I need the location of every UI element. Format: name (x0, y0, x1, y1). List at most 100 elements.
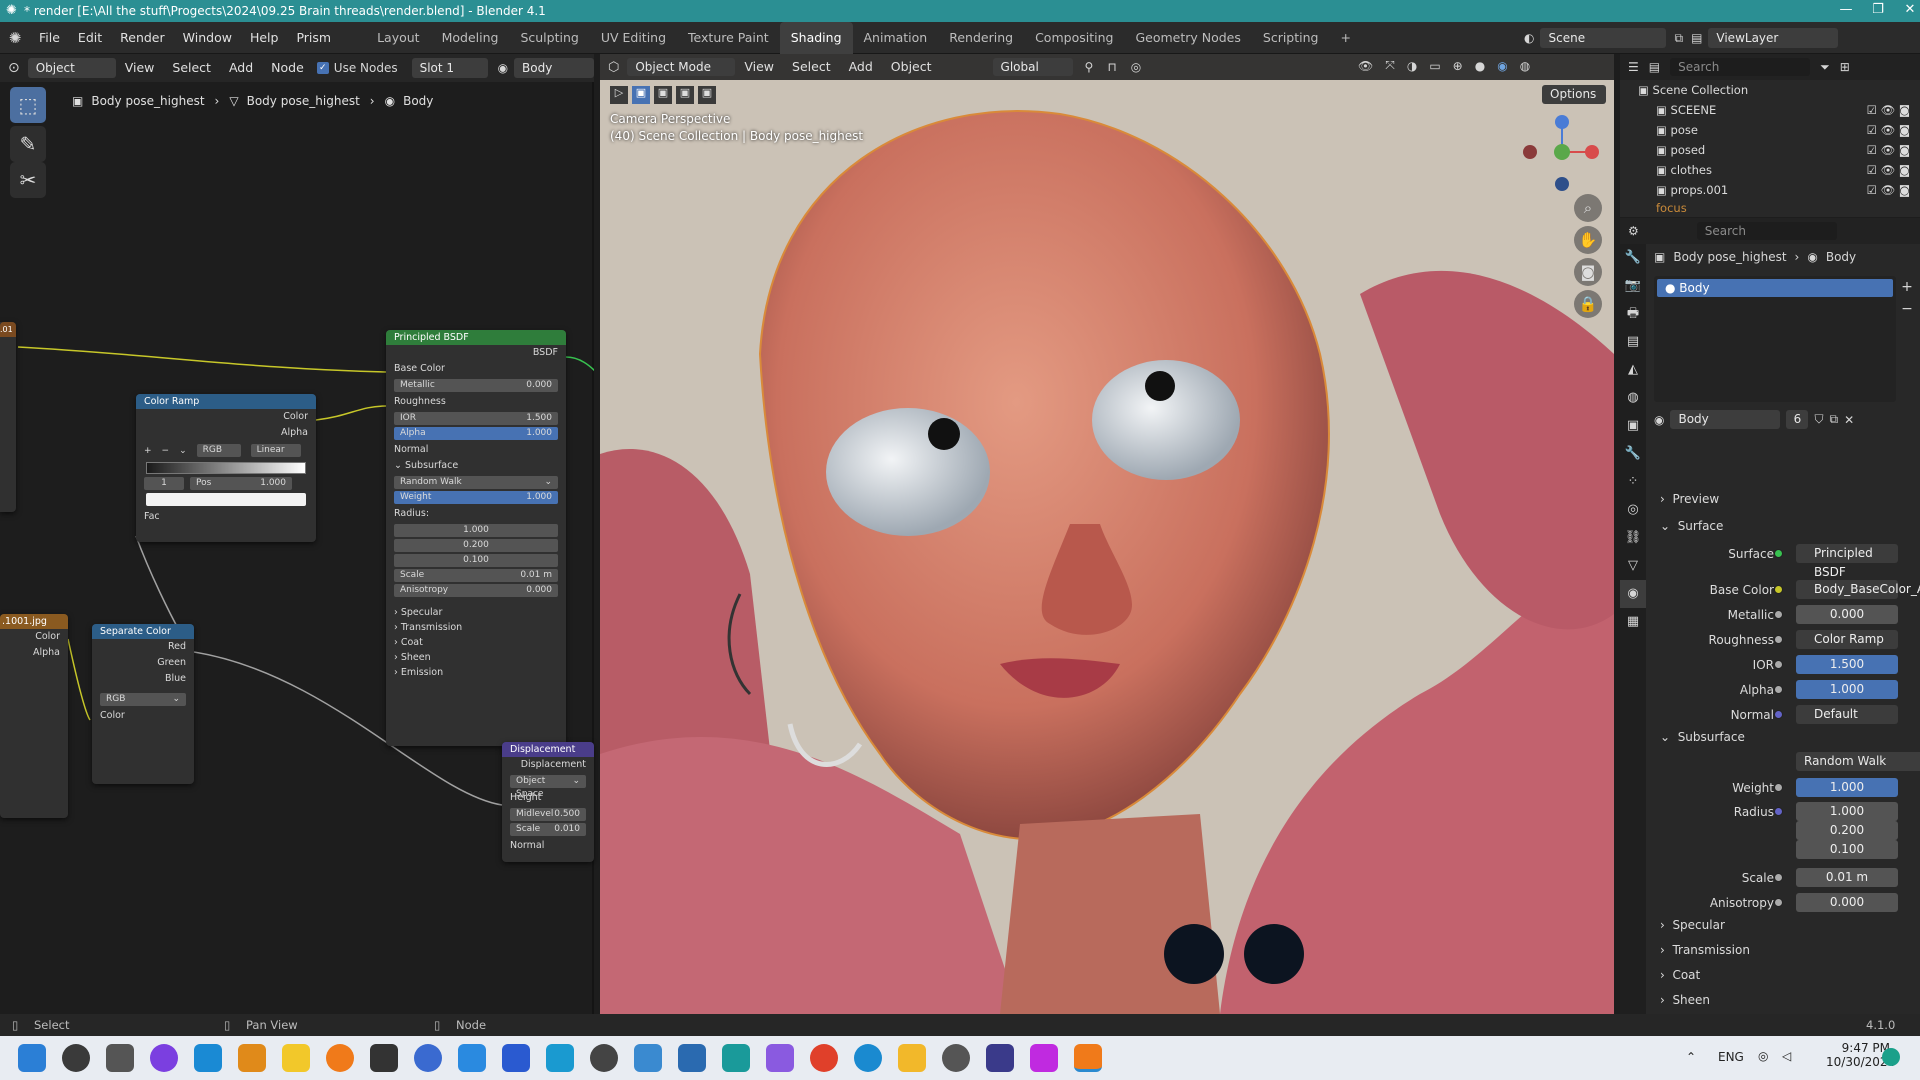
chevron-up-icon[interactable]: ⌃ (1686, 1050, 1696, 1064)
app-icon-14[interactable] (986, 1044, 1014, 1072)
menu-prism[interactable]: Prism (287, 22, 340, 54)
image-color-output[interactable]: Color (0, 629, 68, 645)
add-stop-icon[interactable]: + (144, 446, 152, 456)
radius-z[interactable]: 0.100 (394, 554, 558, 567)
image-alpha-output[interactable]: Alpha (0, 645, 68, 661)
modifier-tab-icon[interactable]: 🔧 (1620, 440, 1646, 468)
subsurface-panel[interactable]: ⌄ Subsurface (1660, 730, 1745, 744)
prop-value[interactable]: 1.000 (1796, 680, 1898, 699)
prop-value[interactable]: Principled BSDF (1796, 544, 1898, 579)
subsurface-method-dropdown[interactable]: Random Walk ⌄ (394, 476, 558, 489)
physics-tab-icon[interactable]: ◎ (1620, 496, 1646, 524)
preview-panel[interactable]: › Preview (1660, 492, 1719, 506)
disp-normal-input[interactable]: Normal (502, 838, 594, 854)
ior-value[interactable]: 1.500 (526, 412, 552, 425)
select-invert-icon[interactable]: ▣ (698, 86, 716, 104)
color-ramp-node[interactable]: Color Ramp Color Alpha + − ⌄ RGB Linear … (136, 394, 316, 542)
properties-type-icon[interactable]: ⚙ (1628, 224, 1639, 238)
material-name-field[interactable]: Body (1670, 410, 1781, 429)
material-browse-icon[interactable]: ◉ (1654, 413, 1664, 427)
material-shading-icon[interactable]: ◉ (1497, 59, 1507, 73)
sheen-panel[interactable]: › Sheen (1660, 993, 1710, 1007)
prop-value[interactable]: Body_BaseColor_A... (1796, 580, 1920, 599)
prop-value[interactable]: 1.000 (1796, 778, 1898, 797)
menu-edit[interactable]: Edit (69, 22, 111, 54)
outliner-item-sceene[interactable]: ▣ SCEENE ☑ 👁 ◙ (1620, 100, 1920, 120)
socket-icon[interactable] (1774, 585, 1783, 594)
edge-icon[interactable] (854, 1044, 882, 1072)
output-tab-icon[interactable]: 🖶 (1620, 300, 1646, 328)
separate-red-output[interactable]: Red (92, 639, 194, 655)
close-icon[interactable]: ✕ (1890, 2, 1920, 17)
socket-icon[interactable] (1774, 873, 1783, 882)
disp-scale-value[interactable]: 0.010 (554, 823, 580, 836)
object-tab-icon[interactable]: ▣ (1620, 412, 1646, 440)
app-icon-10[interactable] (678, 1044, 706, 1072)
weight-value[interactable]: 1.000 (526, 491, 552, 504)
fake-user-icon[interactable]: ⛉ (1814, 412, 1823, 427)
ramp-color-mode[interactable]: RGB (196, 444, 241, 457)
prop-value[interactable]: 0.100 (1796, 840, 1898, 859)
socket-icon[interactable] (1774, 783, 1783, 792)
windows-start-icon[interactable] (18, 1044, 46, 1072)
zoom-icon[interactable]: ⌕ (1574, 194, 1602, 222)
tab-animation[interactable]: Animation (853, 22, 939, 54)
ramp-alpha-output[interactable]: Alpha (136, 425, 316, 441)
separate-color-node[interactable]: Separate Color Red Green Blue RGB ⌄ Color (92, 624, 194, 784)
unlink-icon[interactable]: ✕ (1844, 413, 1854, 427)
bsdf-output[interactable]: BSDF (386, 345, 566, 361)
prop-value[interactable]: 0.000 (1796, 605, 1898, 624)
tab-layout[interactable]: Layout (366, 22, 431, 54)
visibility-icon[interactable]: 👁 (1358, 59, 1373, 73)
ramp-pos-value[interactable]: 1.000 (260, 477, 286, 490)
tab-geometry-nodes[interactable]: Geometry Nodes (1124, 22, 1251, 54)
displacement-space-dropdown[interactable]: Object Space ⌄ (510, 775, 586, 799)
app-icon-2[interactable] (194, 1044, 222, 1072)
coat-panel[interactable]: › Coat (386, 635, 566, 650)
app-icon-8[interactable] (546, 1044, 574, 1072)
material-tab-icon[interactable]: ◉ (1620, 580, 1646, 608)
render-tab-icon[interactable]: 📷 (1620, 272, 1646, 300)
clock[interactable]: 9:47 PM 10/30/2024 (1826, 1041, 1895, 1069)
app-icon-13[interactable] (942, 1044, 970, 1072)
sticky-notes-icon[interactable] (282, 1044, 310, 1072)
view-layer-tab-icon[interactable]: ▤ (1620, 328, 1646, 356)
app-icon-3[interactable] (238, 1044, 266, 1072)
rendered-shading-icon[interactable]: ◍ (1520, 59, 1530, 73)
socket-icon[interactable] (1774, 549, 1783, 558)
options-dropdown[interactable]: Options (1542, 85, 1606, 104)
select-new-icon[interactable]: ▣ (632, 86, 650, 104)
menu-render[interactable]: Render (111, 22, 174, 54)
scene-selector[interactable]: Scene (1540, 28, 1667, 48)
remove-stop-icon[interactable]: − (162, 446, 170, 456)
new-scene-icon[interactable]: ⧉ (1674, 31, 1683, 46)
socket-icon[interactable] (1774, 807, 1783, 816)
socket-icon[interactable] (1774, 710, 1783, 719)
pivot-icon[interactable]: ⚲ (1085, 60, 1094, 74)
object-mode-dropdown[interactable]: Object Mode (627, 58, 736, 76)
coat-panel[interactable]: › Coat (1660, 968, 1700, 982)
menu-help[interactable]: Help (241, 22, 288, 54)
socket-icon[interactable] (1774, 660, 1783, 669)
constraints-tab-icon[interactable]: ⛓ (1620, 524, 1646, 552)
sheen-panel[interactable]: › Sheen (386, 650, 566, 665)
outliner-item-posed[interactable]: ▣ posed ☑ 👁 ◙ (1620, 140, 1920, 160)
select-extend-icon[interactable]: ▣ (654, 86, 672, 104)
prop-value[interactable]: 1.500 (1796, 655, 1898, 674)
separate-mode-dropdown[interactable]: RGB ⌄ (100, 693, 186, 706)
media-player-icon[interactable] (590, 1044, 618, 1072)
gizmo-icon[interactable]: ⤧ (1385, 58, 1395, 73)
app-icon-15[interactable] (1030, 1044, 1058, 1072)
socket-icon[interactable] (1774, 898, 1783, 907)
ramp-interpolation[interactable]: Linear (250, 444, 301, 457)
surface-panel[interactable]: ⌄ Surface (1660, 519, 1723, 533)
displacement-node[interactable]: Displacement Displacement Object Space ⌄ … (502, 742, 594, 862)
subsurface-method-dropdown[interactable]: Random Walk (1796, 752, 1920, 771)
ramp-stop-index[interactable]: 1 (144, 477, 184, 490)
scene-tab-icon[interactable]: ◭ (1620, 356, 1646, 384)
normal-input[interactable]: Normal (386, 442, 566, 458)
alpha-value[interactable]: 1.000 (526, 427, 552, 440)
outliner-item-clothes[interactable]: ▣ clothes ☑ 👁 ◙ (1620, 160, 1920, 180)
texture-node-partial[interactable]: .01 (0, 322, 16, 512)
prop-value[interactable]: 0.000 (1796, 893, 1898, 912)
